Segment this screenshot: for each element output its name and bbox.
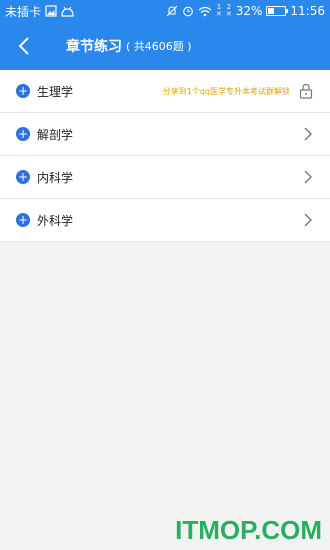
page-title-text: 章节练习 <box>66 39 122 55</box>
no-signal-icon: ✕ <box>225 10 232 18</box>
alarm-icon <box>182 5 194 17</box>
nav-bar: 章节练习 ( 共4606题 ) <box>0 22 330 70</box>
chapter-label: 解剖学 <box>37 128 74 142</box>
battery-level <box>268 8 274 14</box>
battery-icon <box>266 6 289 16</box>
chevron-right-icon <box>304 170 312 184</box>
back-button[interactable] <box>10 32 38 60</box>
plus-icon: + <box>16 84 30 98</box>
chapter-row-surgery[interactable]: + 外科学 <box>0 199 330 242</box>
chapter-label: 生理学 <box>37 85 74 99</box>
question-count: ( 共4606题 ) <box>126 40 192 53</box>
chapter-label: 内科学 <box>37 171 74 185</box>
image-icon <box>45 5 57 17</box>
plus-icon: + <box>16 170 30 184</box>
plus-icon: + <box>16 213 30 227</box>
plus-icon: + <box>16 127 30 141</box>
chapter-label: 外科学 <box>37 214 74 228</box>
android-icon <box>61 6 74 17</box>
sim1-indicator: 1 ✕ <box>216 4 222 18</box>
no-signal-icon: ✕ <box>215 10 222 18</box>
silent-icon <box>166 5 178 17</box>
chevron-right-icon <box>304 127 312 141</box>
page-title: 章节练习 ( 共4606题 ) <box>66 22 192 70</box>
chapter-list: + 生理学 分享到1个qq医学专升本考试群解锁 + 解剖学 + 内科学 + 外科… <box>0 70 330 242</box>
battery-percent: 32% <box>235 4 263 18</box>
unlock-hint: 分享到1个qq医学专升本考试群解锁 <box>162 87 290 96</box>
carrier-text: 未插卡 <box>5 4 42 19</box>
chapter-row-internal-medicine[interactable]: + 内科学 <box>0 156 330 199</box>
watermark: ITMOP.COM <box>175 515 322 545</box>
clock: 11:56 <box>290 4 325 18</box>
chapter-row-physiology[interactable]: + 生理学 分享到1个qq医学专升本考试群解锁 <box>0 70 330 113</box>
chevron-right-icon <box>304 213 312 227</box>
wifi-icon <box>198 6 212 17</box>
chevron-left-icon <box>18 37 29 55</box>
lock-icon <box>299 83 313 99</box>
status-bar: 未插卡 1 ✕ 2 ✕ 32% 11:56 <box>0 0 330 22</box>
chapter-row-anatomy[interactable]: + 解剖学 <box>0 113 330 156</box>
sim2-indicator: 2 ✕ <box>226 4 232 18</box>
